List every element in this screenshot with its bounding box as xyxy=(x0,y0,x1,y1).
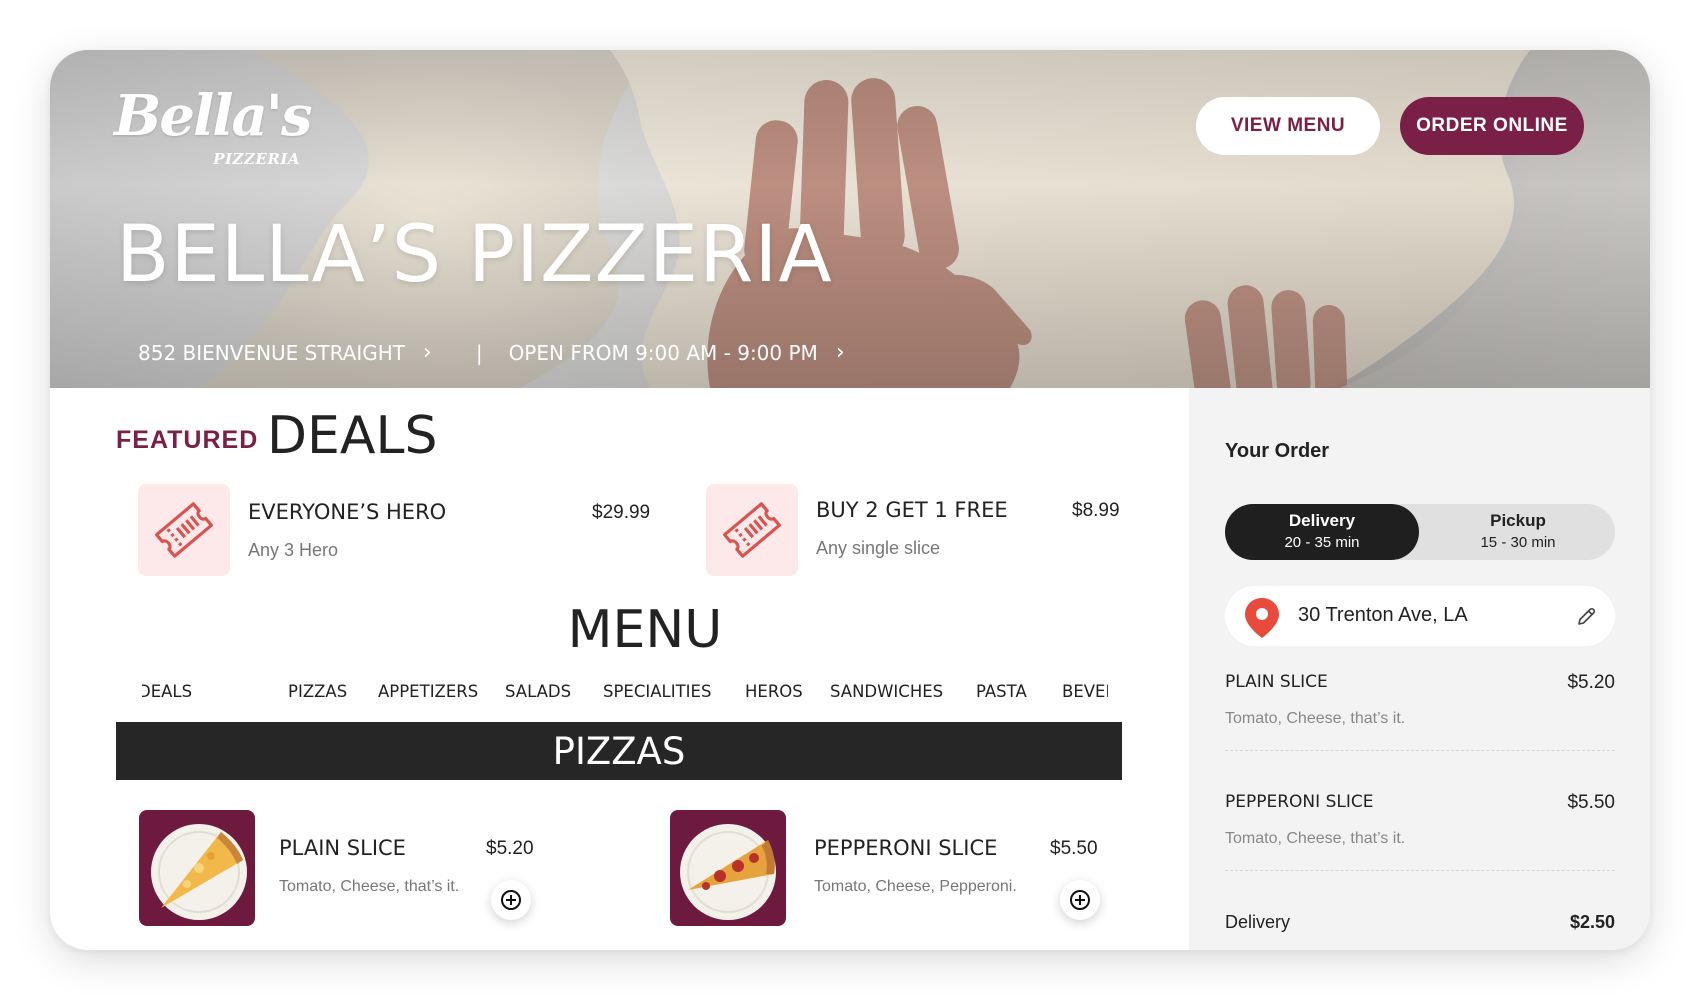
delivery-fee-label: Delivery xyxy=(1225,912,1291,932)
delivery-address-field[interactable]: 30 Trenton Ave, LA xyxy=(1225,586,1615,646)
menu-item-card[interactable]: PLAIN SLICE Tomato, Cheese, that’s it. $… xyxy=(139,810,559,926)
plain-slice-photo xyxy=(139,810,255,926)
order-item-description: Tomato, Cheese, that’s it. xyxy=(1225,710,1406,727)
category-tab-appetizers[interactable]: APPETIZERS xyxy=(378,682,478,701)
address-link[interactable]: 852 BIENVENUE STRAIGHT xyxy=(138,341,405,365)
chevron-right-icon[interactable]: › xyxy=(836,340,845,365)
menu-item-name: PLAIN SLICE xyxy=(279,836,406,860)
pickup-option[interactable]: Pickup 15 - 30 min xyxy=(1421,504,1615,560)
menu-item-price: $5.50 xyxy=(1050,838,1098,859)
pickup-label: Pickup xyxy=(1490,511,1546,530)
order-line-item[interactable]: PEPPERONI SLICE $5.50 Tomato, Cheese, th… xyxy=(1225,792,1615,852)
deal-name: BUY 2 GET 1 FREE xyxy=(816,498,1008,522)
delivery-option[interactable]: Delivery 20 - 35 min xyxy=(1225,504,1419,560)
delivery-label: Delivery xyxy=(1288,511,1356,530)
your-order-heading: Your Order xyxy=(1225,440,1330,462)
pepperoni-slice-photo xyxy=(670,810,786,926)
deal-card[interactable]: BUY 2 GET 1 FREE Any single slice $8.99 xyxy=(706,484,1146,576)
menu-item-price: $5.20 xyxy=(486,838,534,859)
app-card: Bella's PIZZERIA VIEW MENU ORDER ONLINE … xyxy=(50,50,1650,950)
section-header-pizzas: PIZZAS xyxy=(116,722,1122,780)
menu-heading: MENU xyxy=(567,600,723,660)
menu-item-card[interactable]: PEPPERONI SLICE Tomato, Cheese, Pepperon… xyxy=(670,810,1130,926)
location-pin-icon xyxy=(1245,598,1279,638)
hero-banner: Bella's PIZZERIA VIEW MENU ORDER ONLINE … xyxy=(50,50,1650,388)
hero-info-bar: 852 BIENVENUE STRAIGHT › | OPEN FROM 9:0… xyxy=(138,340,845,365)
category-tab-salads[interactable]: SALADS xyxy=(505,682,571,701)
order-item-name: PLAIN SLICE xyxy=(1225,672,1328,692)
view-menu-button[interactable]: VIEW MENU xyxy=(1196,97,1380,155)
deal-price: $29.99 xyxy=(592,502,651,523)
deal-subtitle: Any 3 Hero xyxy=(248,540,339,560)
pickup-time: 15 - 30 min xyxy=(1480,534,1556,551)
menu-item-description: Tomato, Cheese, Pepperoni. xyxy=(814,878,1017,895)
delivery-fee-value: $2.50 xyxy=(1569,912,1615,932)
featured-label: FEATURED xyxy=(116,426,259,454)
plus-circle-icon[interactable] xyxy=(491,880,531,920)
order-item-name: PEPPERONI SLICE xyxy=(1225,792,1374,812)
deal-subtitle: Any single slice xyxy=(816,538,941,558)
plus-circle-icon[interactable] xyxy=(1060,880,1100,920)
category-tab-deals[interactable]: DEALS xyxy=(142,682,192,701)
ticket-icon xyxy=(138,484,230,576)
category-tab-heros[interactable]: HEROS xyxy=(745,682,803,701)
info-separator: | xyxy=(475,340,483,365)
pencil-edit-icon[interactable] xyxy=(1575,606,1597,628)
ticket-icon xyxy=(706,484,798,576)
delivery-time: 20 - 35 min xyxy=(1284,534,1360,551)
divider xyxy=(1225,750,1615,751)
menu-item-description: Tomato, Cheese, that’s it. xyxy=(279,878,460,895)
delivery-address-text: 30 Trenton Ave, LA xyxy=(1298,604,1468,626)
logo-script: Bella's xyxy=(114,83,312,149)
order-item-description: Tomato, Cheese, that’s it. xyxy=(1225,830,1406,847)
restaurant-title: BELLA’S PIZZERIA xyxy=(116,210,833,300)
logo-subtext: PIZZERIA xyxy=(213,150,300,168)
menu-item-name: PEPPERONI SLICE xyxy=(814,836,998,860)
order-online-button[interactable]: ORDER ONLINE xyxy=(1400,97,1584,155)
fulfillment-toggle: Delivery 20 - 35 min Pickup 15 - 30 min xyxy=(1225,504,1615,560)
category-tab-specialities[interactable]: SPECIALITIES xyxy=(603,682,711,701)
deal-price: $8.99 xyxy=(1072,500,1120,521)
category-tab-pizzas[interactable]: PIZZAS xyxy=(288,682,347,701)
deal-name: EVERYONE’S HERO xyxy=(248,500,447,524)
order-line-item[interactable]: PLAIN SLICE $5.20 Tomato, Cheese, that’s… xyxy=(1225,672,1615,732)
category-tab-pasta[interactable]: PASTA xyxy=(976,682,1027,701)
category-tab-beverages[interactable]: BEVERAGES xyxy=(1062,682,1108,701)
deals-heading: DEALS xyxy=(267,406,438,466)
menu-category-nav: DEALS PIZZAS APPETIZERS SALADS SPECIALIT… xyxy=(142,680,1108,708)
bellas-logo[interactable]: Bella's PIZZERIA xyxy=(114,83,312,178)
deal-card[interactable]: EVERYONE’S HERO Any 3 Hero $29.99 xyxy=(138,484,650,576)
order-item-price: $5.50 xyxy=(1567,792,1615,813)
category-tab-sandwiches[interactable]: SANDWICHES xyxy=(830,682,943,701)
divider xyxy=(1225,870,1615,871)
order-item-price: $5.20 xyxy=(1567,672,1615,693)
order-sidebar: Your Order Delivery 20 - 35 min Pickup 1… xyxy=(1189,388,1650,950)
hours-link[interactable]: OPEN FROM 9:00 AM - 9:00 PM xyxy=(509,341,818,365)
chevron-right-icon[interactable]: › xyxy=(423,340,432,365)
